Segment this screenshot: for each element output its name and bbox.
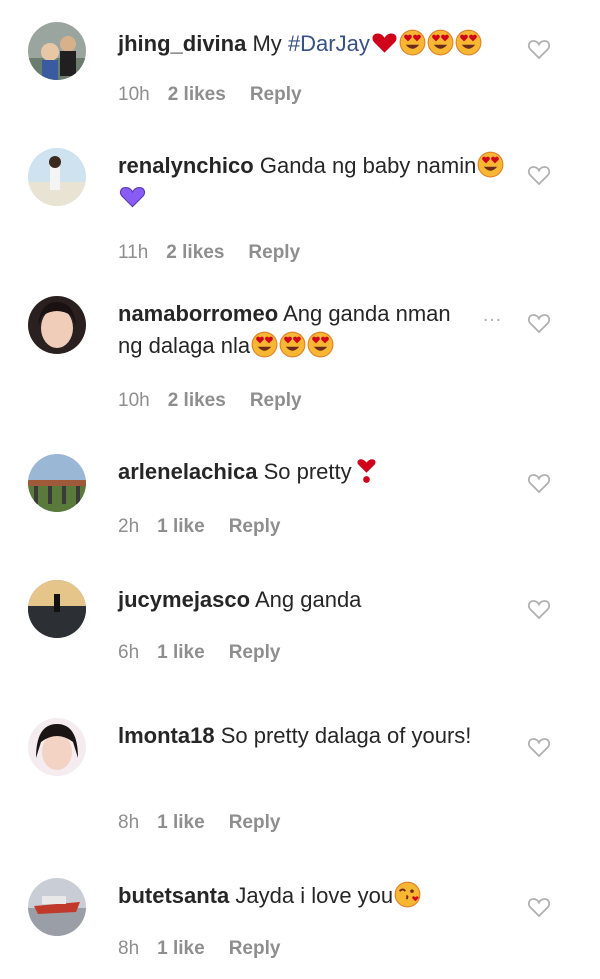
heart-eyes-icon <box>455 29 482 56</box>
avatar[interactable] <box>28 718 86 776</box>
heart-eyes-icon <box>399 29 426 56</box>
timestamp[interactable]: 11h <box>118 242 148 263</box>
reply-button[interactable]: Reply <box>248 242 300 263</box>
comment-body: So pretty <box>263 459 352 484</box>
likes-count[interactable]: 1 like <box>157 516 205 537</box>
comment-text: renalynchico Ganda ng baby namin <box>118 150 513 214</box>
comments-list: jhing_divina My #DarJay 10h 2 likes Reply … <box>0 0 600 979</box>
heart-eyes-icon <box>477 151 504 178</box>
avatar[interactable] <box>28 878 86 936</box>
comment-text: lmonta18 So pretty dalaga of yours! <box>118 720 478 752</box>
heart-eyes-icon <box>427 29 454 56</box>
like-heart-icon[interactable] <box>527 164 551 186</box>
timestamp[interactable]: 8h <box>118 938 139 959</box>
reply-button[interactable]: Reply <box>229 812 281 833</box>
likes-count[interactable]: 1 like <box>157 812 205 833</box>
likes-count[interactable]: 1 like <box>157 642 205 663</box>
comment-meta: 2h 1 like Reply <box>118 516 304 538</box>
avatar[interactable] <box>28 580 86 638</box>
avatar[interactable] <box>28 454 86 512</box>
comment-text: arlenelachica So pretty <box>118 456 513 488</box>
reply-button[interactable]: Reply <box>229 938 281 959</box>
likes-count[interactable]: 2 likes <box>168 84 226 105</box>
comment-body: My <box>252 31 288 56</box>
comment-meta: 8h 1 like Reply <box>118 938 304 960</box>
avatar[interactable] <box>28 296 86 354</box>
comment-text: jucymejasco Ang ganda <box>118 584 513 616</box>
like-heart-icon[interactable] <box>527 598 551 620</box>
heart-red-icon <box>371 29 398 56</box>
likes-count[interactable]: 2 likes <box>166 242 224 263</box>
comment-meta: 8h 1 like Reply <box>118 812 304 834</box>
comment-body: Ang ganda <box>254 587 362 612</box>
username[interactable]: namaborromeo <box>118 301 278 326</box>
username[interactable]: renalynchico <box>118 153 254 178</box>
like-heart-icon[interactable] <box>527 896 551 918</box>
like-heart-icon[interactable] <box>527 38 551 60</box>
avatar[interactable] <box>28 22 86 80</box>
reply-button[interactable]: Reply <box>229 642 281 663</box>
avatar[interactable] <box>28 148 86 206</box>
likes-count[interactable]: 1 like <box>157 938 205 959</box>
username[interactable]: jhing_divina <box>118 31 246 56</box>
like-heart-icon[interactable] <box>527 472 551 494</box>
timestamp[interactable]: 10h <box>118 390 150 411</box>
username[interactable]: lmonta18 <box>118 723 215 748</box>
username[interactable]: arlenelachica <box>118 459 257 484</box>
reply-button[interactable]: Reply <box>250 390 302 411</box>
timestamp[interactable]: 2h <box>118 516 139 537</box>
reply-button[interactable]: Reply <box>229 516 281 537</box>
comment-body: Jayda i love you <box>235 883 394 908</box>
comment-text: namaborromeo Ang ganda nman ng dalaga nl… <box>118 298 478 362</box>
like-heart-icon[interactable] <box>527 736 551 758</box>
comment-meta: 11h 2 likes Reply <box>118 242 324 264</box>
heart-eyes-icon <box>307 331 334 358</box>
kissing-heart-icon <box>394 881 421 908</box>
reply-button[interactable]: Reply <box>250 84 302 105</box>
comment-meta: 6h 1 like Reply <box>118 642 304 664</box>
hashtag-link[interactable]: #DarJay <box>288 31 370 56</box>
comment-body: Ganda ng baby namin <box>259 153 477 178</box>
comment-body: So pretty dalaga of yours! <box>220 723 472 748</box>
comment-meta: 10h 2 likes Reply <box>118 390 326 412</box>
heart-eyes-icon <box>279 331 306 358</box>
heart-eyes-icon <box>251 331 278 358</box>
timestamp[interactable]: 10h <box>118 84 150 105</box>
comment-meta: 10h 2 likes Reply <box>118 84 326 106</box>
like-heart-icon[interactable] <box>527 312 551 334</box>
username[interactable]: jucymejasco <box>118 587 250 612</box>
likes-count[interactable]: 2 likes <box>168 390 226 411</box>
username[interactable]: butetsanta <box>118 883 229 908</box>
comment-text: jhing_divina My #DarJay <box>118 28 513 60</box>
heart-exclamation-icon <box>353 457 380 484</box>
purple-heart-icon <box>119 183 146 210</box>
timestamp[interactable]: 6h <box>118 642 139 663</box>
comment-text: butetsanta Jayda i love you <box>118 880 513 912</box>
more-options-icon[interactable]: … <box>482 304 504 327</box>
timestamp[interactable]: 8h <box>118 812 139 833</box>
